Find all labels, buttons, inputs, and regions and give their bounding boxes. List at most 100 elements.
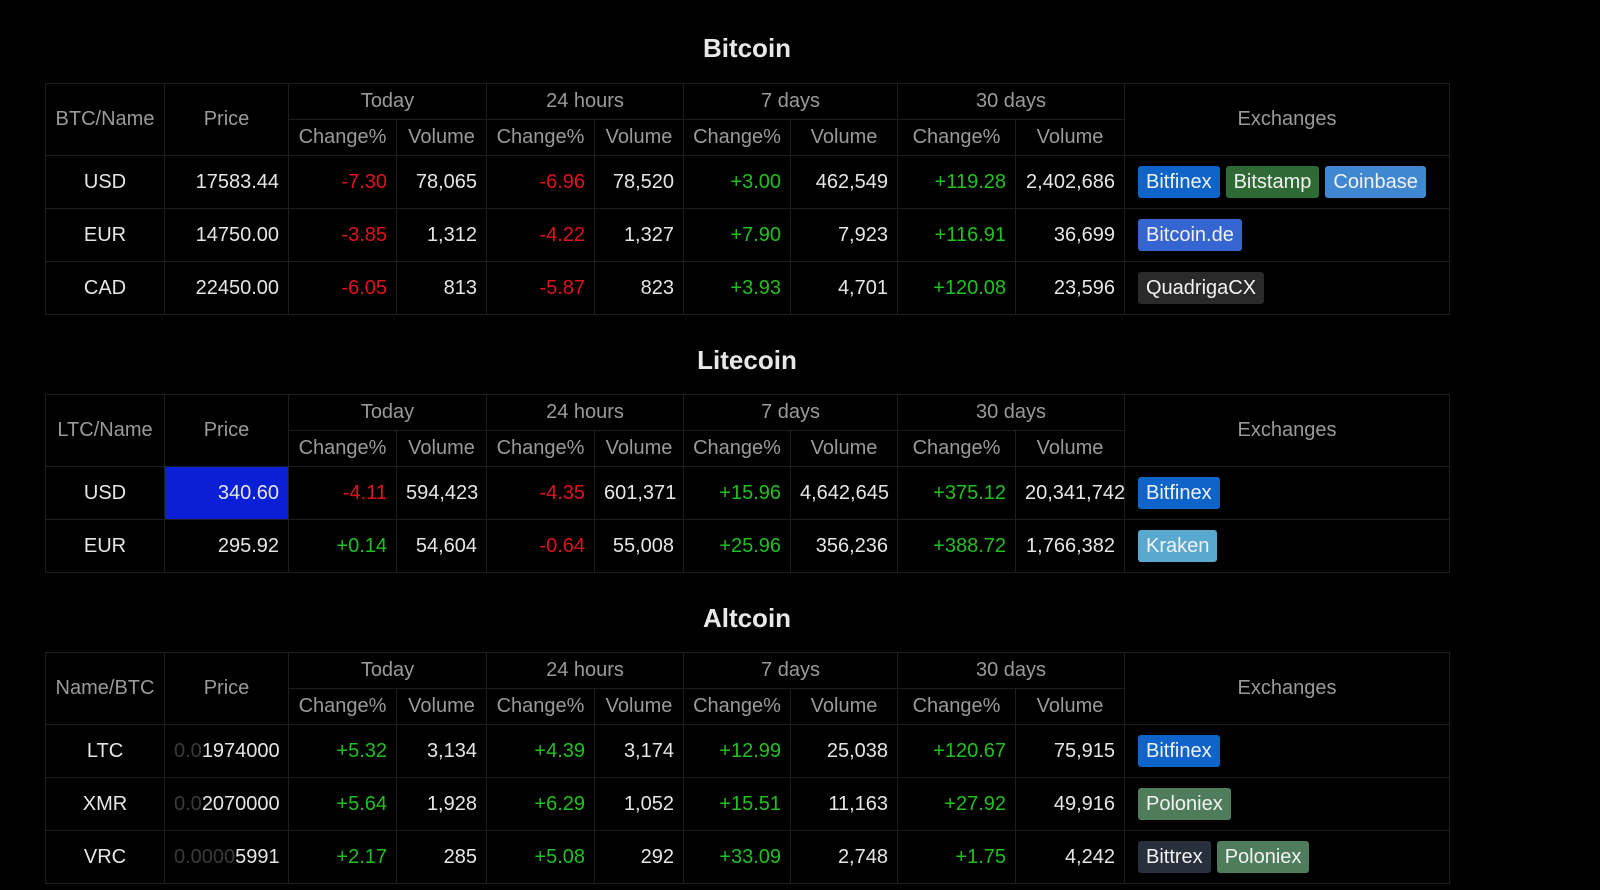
price-cell: 22450.00 (164, 261, 289, 315)
period-header: 24 hours (486, 83, 684, 120)
period-header: 7 days (683, 652, 898, 689)
price-header: Price (164, 652, 289, 725)
exchange-badge-bitstamp[interactable]: Bitstamp (1225, 166, 1320, 198)
row-name: LTC (45, 724, 165, 778)
volume-cell: 823 (594, 261, 684, 315)
volume-cell: 1,327 (594, 208, 684, 262)
table-row[interactable]: LTC 0.01974000 +5.32 3,134 +4.39 3,174 +12.99 2… (45, 724, 1450, 778)
table-row[interactable]: USD 17583.44 -7.30 78,065 -6.96 78,520 +3.00 46… (45, 155, 1450, 209)
header-row: LTC/Name Price Today 24 hours 7 days 30 days E… (45, 394, 1450, 467)
volume-cell: 7,923 (790, 208, 898, 262)
exchange-badge-bitcoinde[interactable]: Bitcoin.de (1138, 219, 1242, 251)
change-cell: +0.14 (288, 519, 397, 573)
change-cell: +15.96 (683, 466, 791, 520)
change-cell: +5.64 (288, 777, 397, 831)
market-table: Name/BTC Price Today 24 hours 7 days 30 days E… (45, 652, 1450, 884)
row-name: XMR (45, 777, 165, 831)
exchanges-header: Exchanges (1124, 394, 1450, 467)
change-cell: +27.92 (897, 777, 1016, 831)
change-cell: +1.75 (897, 830, 1016, 884)
volume-cell: 1,766,382 (1015, 519, 1125, 573)
change-header: Change% (486, 688, 595, 725)
change-cell: -5.87 (486, 261, 595, 315)
table-row[interactable]: XMR 0.02070000 +5.64 1,928 +6.29 1,052 +15.51 1… (45, 777, 1450, 831)
volume-cell: 75,915 (1015, 724, 1125, 778)
exchange-badge-bitfinex[interactable]: Bitfinex (1138, 477, 1220, 509)
price-value: 1974000 (201, 739, 280, 762)
period-header: Today (288, 83, 487, 120)
exchange-badge-coinbase[interactable]: Coinbase (1325, 166, 1426, 198)
volume-cell: 462,549 (790, 155, 898, 209)
volume-header: Volume (594, 119, 684, 156)
exchange-badge-bitfinex[interactable]: Bitfinex (1138, 735, 1220, 767)
exchange-badge-bittrex[interactable]: Bittrex (1138, 841, 1211, 873)
change-header: Change% (683, 119, 791, 156)
change-cell: +3.93 (683, 261, 791, 315)
section-bitcoin: Bitcoin BTC/Name Price Today 24 hours 7 days 3… (0, 33, 1494, 315)
market-table: BTC/Name Price Today 24 hours 7 days 30 days E… (45, 83, 1450, 315)
exchanges-header: Exchanges (1124, 652, 1450, 725)
volume-cell: 25,038 (790, 724, 898, 778)
price-value: 295.92 (217, 534, 279, 557)
change-cell: -3.85 (288, 208, 397, 262)
volume-cell: 594,423 (396, 466, 487, 520)
volume-header: Volume (396, 430, 487, 467)
volume-cell: 292 (594, 830, 684, 884)
volume-header: Volume (790, 688, 898, 725)
volume-header: Volume (1015, 119, 1125, 156)
price-value: 340.60 (217, 481, 279, 504)
price-value: 17583.44 (195, 170, 279, 193)
volume-cell: 1,052 (594, 777, 684, 831)
exchange-badge-bitfinex[interactable]: Bitfinex (1138, 166, 1220, 198)
change-cell: +7.90 (683, 208, 791, 262)
row-name: USD (45, 466, 165, 520)
volume-cell: 4,701 (790, 261, 898, 315)
volume-cell: 49,916 (1015, 777, 1125, 831)
name-header: Name/BTC (45, 652, 165, 725)
name-header: BTC/Name (45, 83, 165, 156)
volume-cell: 1,312 (396, 208, 487, 262)
period-header: 24 hours (486, 394, 684, 431)
change-cell: +2.17 (288, 830, 397, 884)
table-row[interactable]: EUR 14750.00 -3.85 1,312 -4.22 1,327 +7.90 7,92… (45, 208, 1450, 262)
exchange-badge-poloniex[interactable]: Poloniex (1216, 841, 1310, 873)
table-row[interactable]: VRC 0.00005991 +2.17 285 +5.08 292 +33.09 2,748… (45, 830, 1450, 884)
volume-cell: 601,371 (594, 466, 684, 520)
period-header: Today (288, 394, 487, 431)
price-cell: 295.92 (164, 519, 289, 573)
volume-header: Volume (594, 688, 684, 725)
header-row: BTC/Name Price Today 24 hours 7 days 30 days E… (45, 83, 1450, 156)
exchange-badge-poloniex[interactable]: Poloniex (1138, 788, 1231, 820)
change-cell: -7.30 (288, 155, 397, 209)
change-cell: +15.51 (683, 777, 791, 831)
change-cell: +119.28 (897, 155, 1016, 209)
row-name: USD (45, 155, 165, 209)
price-prefix: 0.0 (174, 792, 202, 815)
name-header: LTC/Name (45, 394, 165, 467)
exchange-badge-kraken[interactable]: Kraken (1138, 530, 1218, 562)
price-prefix: 0.0 (174, 739, 202, 762)
exchanges-cell: Kraken (1124, 519, 1450, 573)
change-cell: -6.05 (288, 261, 397, 315)
change-header: Change% (897, 119, 1016, 156)
volume-header: Volume (396, 688, 487, 725)
exchange-badge-quadrigacx[interactable]: QuadrigaCX (1138, 272, 1265, 304)
volume-cell: 4,642,645 (790, 466, 898, 520)
change-header: Change% (288, 688, 397, 725)
volume-cell: 1,928 (396, 777, 487, 831)
volume-cell: 36,699 (1015, 208, 1125, 262)
change-header: Change% (486, 430, 595, 467)
table-row[interactable]: USD 340.60 -4.11 594,423 -4.35 601,371 +15.96 4… (45, 466, 1450, 520)
table-row[interactable]: EUR 295.92 +0.14 54,604 -0.64 55,008 +25.96 356… (45, 519, 1450, 573)
period-header: 7 days (683, 394, 898, 431)
change-cell: +120.67 (897, 724, 1016, 778)
volume-cell: 3,134 (396, 724, 487, 778)
price-header: Price (164, 394, 289, 467)
section-title: Bitcoin (702, 33, 792, 63)
table-row[interactable]: CAD 22450.00 -6.05 813 -5.87 823 +3.93 4,701 +12… (45, 261, 1450, 315)
price-value: 2070000 (201, 792, 280, 815)
volume-cell: 285 (396, 830, 487, 884)
change-header: Change% (683, 688, 791, 725)
volume-cell: 78,065 (396, 155, 487, 209)
volume-header: Volume (396, 119, 487, 156)
